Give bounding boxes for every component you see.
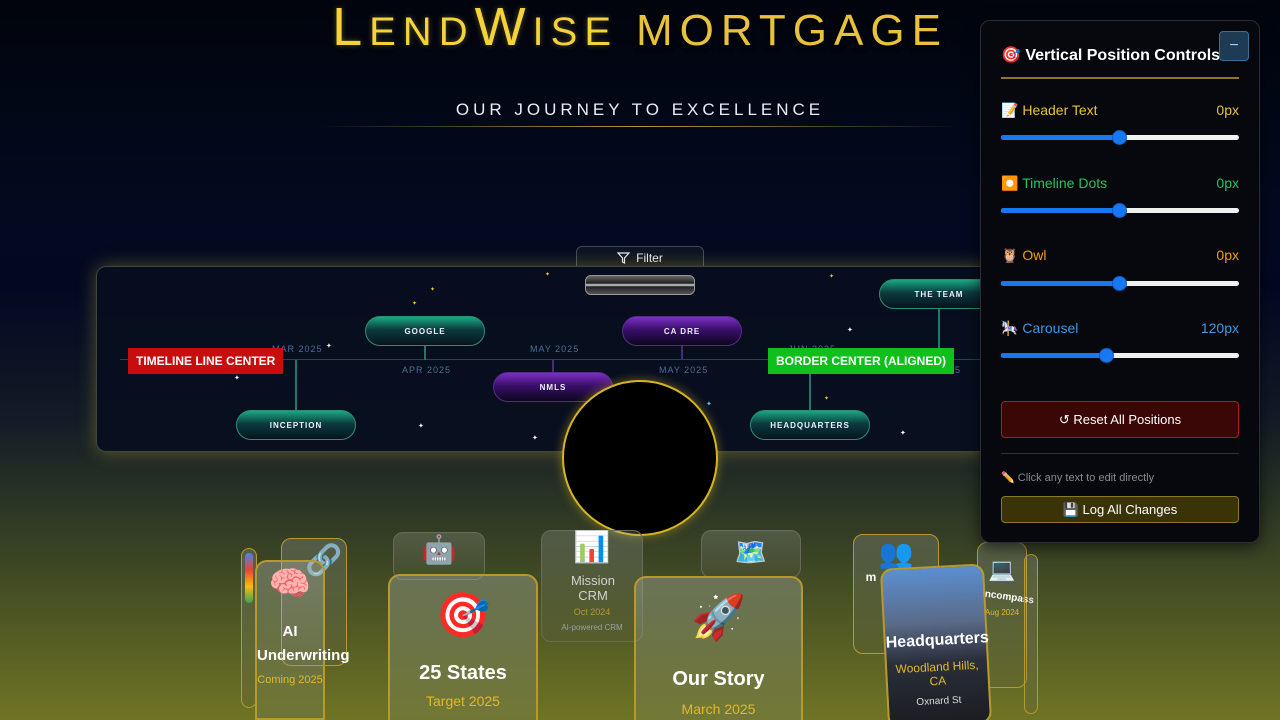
border-center-badge: BORDER CENTER (ALIGNED) xyxy=(768,348,954,374)
timeline-date: 5 xyxy=(955,365,962,375)
controls-divider xyxy=(1001,77,1239,79)
carousel-card-headquarters[interactable]: Headquarters Woodland Hills, CA Oxnard S… xyxy=(879,563,993,720)
timeline-item-inception[interactable]: INCEPTION xyxy=(236,410,356,440)
subtitle-divider xyxy=(320,126,960,127)
timeline-dots-label: ⏺️ Timeline Dots xyxy=(1001,175,1108,191)
timeline-stem xyxy=(295,360,297,410)
carousel-value: 120px xyxy=(1200,320,1239,336)
owl-value: 0px xyxy=(1216,247,1239,263)
star: ✦ xyxy=(706,401,712,408)
star: ✦ xyxy=(430,287,436,293)
robot-icon: 🤖 xyxy=(421,534,457,565)
controls-title: 🎯 Vertical Position Controls xyxy=(1001,47,1221,64)
timeline-dots-value: 0px xyxy=(1216,175,1239,191)
card-title: Mission CRM xyxy=(570,573,616,603)
card-date: Oct 2024 xyxy=(573,607,611,617)
card-date: Coming 2025 xyxy=(257,674,323,686)
star: ✦ xyxy=(545,272,551,278)
chart-icon: 📊 xyxy=(573,531,611,564)
owl-slider[interactable] xyxy=(1001,276,1239,291)
timeline-item-headquarters[interactable]: HEADQUARTERS xyxy=(750,410,870,440)
filter-icon xyxy=(617,251,631,264)
star: ✦ xyxy=(234,375,240,382)
timeline-dots-slider[interactable] xyxy=(1001,203,1239,218)
star: ✦ xyxy=(326,343,332,350)
star: ✦ xyxy=(847,327,853,334)
carousel-card[interactable]: 🤖 xyxy=(393,532,485,580)
map-icon: 🗺️ xyxy=(734,537,768,567)
target-icon: 🎯 xyxy=(435,591,491,640)
controls-divider xyxy=(1001,453,1239,454)
rocket-icon: 🚀 xyxy=(691,593,746,642)
carousel-card-ai-underwriting[interactable]: 🧠 AI Underwriting Coming 2025 xyxy=(255,560,350,720)
card-location: Woodland Hills, CA xyxy=(895,657,979,689)
timeline-line-center-badge: TIMELINE LINE CENTER xyxy=(128,348,284,374)
reset-all-positions-button[interactable]: ↺ Reset All Positions xyxy=(1001,401,1239,438)
owl-label: 🦉 Owl xyxy=(1001,247,1047,263)
google-icon xyxy=(245,553,253,603)
star: ✦ xyxy=(829,274,835,280)
card-address: Oxnard St xyxy=(916,694,962,709)
carousel-card[interactable]: 📊 Mission CRM Oct 2024 AI-powered CRM xyxy=(541,530,643,642)
timeline-stem xyxy=(552,360,554,372)
card-title: AI Underwriting xyxy=(257,623,350,664)
header-text-value: 0px xyxy=(1216,102,1239,118)
timeline-date: MAY 2025 xyxy=(530,344,580,354)
star: ✦ xyxy=(418,423,424,430)
filter-button[interactable]: Filter xyxy=(576,246,704,268)
timeline-stem xyxy=(681,346,683,360)
star: ✦ xyxy=(412,301,418,307)
header-text-label: 📝 Header Text xyxy=(1001,102,1098,118)
timeline-date: MAY 2025 xyxy=(659,365,709,375)
star: ✦ xyxy=(824,396,830,402)
carousel-card[interactable]: 🗺️ xyxy=(701,530,801,578)
filter-label: Filter xyxy=(636,250,663,265)
record-icon: ⏺️ xyxy=(1001,175,1019,191)
brand-first: LENDWISE xyxy=(332,0,619,57)
card-title: 25 States xyxy=(419,662,507,684)
card-title: Our Story xyxy=(672,668,765,690)
log-all-changes-button[interactable]: 💾 Log All Changes xyxy=(1001,496,1239,523)
vertical-position-controls: 🎯 Vertical Position Controls − 📝 Header … xyxy=(980,20,1260,543)
timeline-stem xyxy=(424,346,426,360)
star: ✦ xyxy=(532,435,538,442)
card-date: March 2025 xyxy=(681,701,756,717)
carousel-label: 🎠 Carousel xyxy=(1001,320,1079,336)
timeline-date: APR 2025 xyxy=(402,365,452,375)
laptop-icon: 💻 xyxy=(988,557,1016,582)
brain-icon: 🧠 xyxy=(268,565,312,603)
brand-second: MORTGAGE xyxy=(636,6,948,55)
carousel-card-25-states[interactable]: 🎯 25 States Target 2025 xyxy=(388,574,538,720)
timeline-scroll-handle[interactable] xyxy=(585,275,695,295)
owl-eclipse[interactable] xyxy=(562,380,718,536)
memo-icon: 📝 xyxy=(1001,102,1019,118)
timeline-item-ca-dre[interactable]: CA DRE xyxy=(622,316,742,346)
header-text-slider[interactable] xyxy=(1001,130,1239,145)
carousel-card-edge xyxy=(1024,554,1038,714)
card-date: Target 2025 xyxy=(426,693,500,709)
star: ✦ xyxy=(900,430,906,437)
team-icon: 👥 xyxy=(878,538,914,569)
card-title: Headquarters xyxy=(885,629,990,652)
carousel-icon: 🎠 xyxy=(1001,320,1019,336)
edit-hint: ✏️ Click any text to edit directly xyxy=(1001,472,1155,484)
carousel-slider[interactable] xyxy=(1001,348,1239,363)
card-desc: AI-powered CRM xyxy=(561,623,623,632)
carousel-card-our-story[interactable]: 🚀 Our Story March 2025 xyxy=(634,576,803,720)
owl-icon: 🦉 xyxy=(1001,247,1019,263)
timeline-item-google[interactable]: GOOGLE xyxy=(365,316,485,346)
minimize-button[interactable]: − xyxy=(1219,31,1249,61)
